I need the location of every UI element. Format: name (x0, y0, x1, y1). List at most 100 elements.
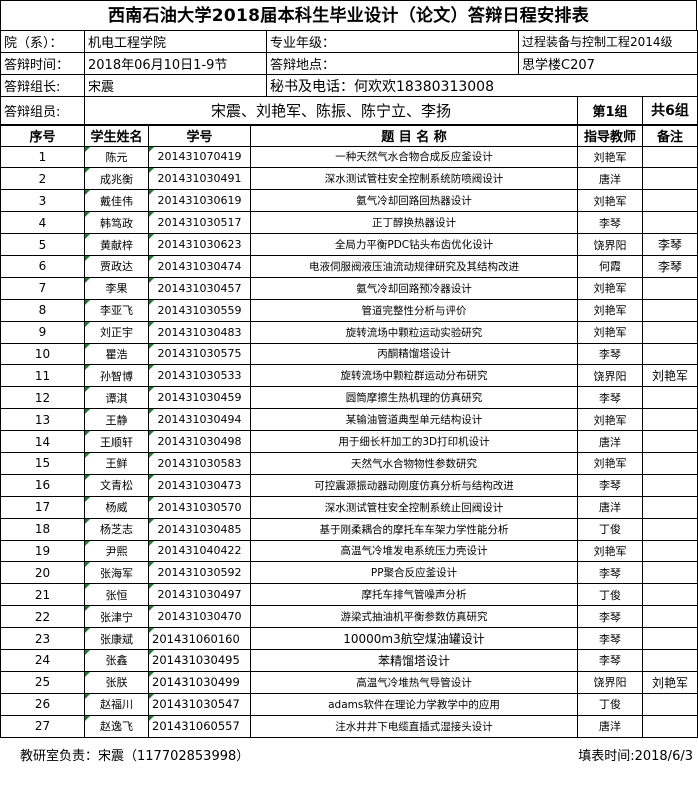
student-name-text: 陈元 (105, 150, 128, 164)
row-no: 12 (0, 386, 85, 410)
table-row: 19 尹熙 201431040422 高温气冷堆发电系统压力壳设计 刘艳军 (0, 539, 698, 563)
note (642, 583, 698, 607)
thesis-topic: PP聚合反应釜设计 (250, 561, 578, 585)
student-id: 201431040422 (148, 539, 251, 563)
student-name-text: 孙智博 (100, 369, 133, 383)
student-id-text: 201431030583 (157, 456, 242, 470)
header-id: 学号 (148, 124, 251, 147)
comment-marker-icon (149, 146, 154, 152)
members-value: 宋震、刘艳军、陈振、陈宁立、李扬 (84, 97, 578, 125)
student-name-text: 韩笃政 (100, 216, 133, 230)
note (642, 561, 698, 585)
advisor-name-text: 刘艳军 (593, 150, 627, 164)
comment-marker-icon (85, 256, 90, 261)
row-no: 7 (0, 276, 85, 300)
student-id: 201431060160 (148, 627, 251, 650)
comment-marker-icon (149, 300, 154, 305)
student-name: 孙智博 (84, 364, 149, 388)
advisor-name-text: 丁俊 (599, 588, 621, 602)
row-no-text: 20 (34, 565, 51, 580)
note-text: 李琴 (657, 259, 682, 274)
major-value: 过程装备与控制工程2014级 (518, 30, 698, 53)
comment-marker-icon (85, 497, 90, 502)
row-no-text: 4 (38, 215, 47, 230)
row-no-text: 21 (34, 587, 51, 602)
table-row: 25 张朕 201431030499 高温气冷堆热气导管设计 饶界阳 刘艳军 (0, 670, 698, 694)
row-no-text: 12 (34, 390, 51, 405)
row-no-text: 19 (34, 543, 51, 558)
advisor-name: 何霞 (577, 254, 643, 278)
thesis-topic-text: 氨气冷却回路预冷器设计 (356, 282, 472, 295)
advisor-name-text: 何霞 (599, 260, 621, 274)
advisor-name-text: 刘艳军 (593, 282, 627, 296)
advisor-name: 刘艳军 (577, 408, 643, 432)
note (642, 473, 698, 497)
comment-marker-icon (85, 453, 90, 458)
student-id: 201431030570 (148, 495, 251, 519)
thesis-topic-text: 摩托车排气管噪声分析 (361, 589, 467, 602)
student-name: 张津宁 (84, 605, 149, 629)
row-no: 19 (0, 539, 85, 563)
advisor-name-text: 李琴 (599, 632, 621, 646)
row-no: 5 (0, 233, 85, 256)
row-no: 22 (0, 605, 85, 629)
student-id-text: 201431070419 (157, 150, 242, 164)
advisor-name-text: 丁俊 (599, 698, 621, 712)
comment-marker-icon (149, 541, 154, 546)
thesis-topic: 正丁醇换热器设计 (250, 211, 578, 235)
row-no: 13 (0, 408, 85, 432)
student-id: 201431030547 (148, 692, 251, 716)
advisor-name-text: 唐洋 (599, 501, 621, 515)
student-id: 201431030457 (148, 276, 251, 300)
note (642, 430, 698, 453)
student-name-text: 王静 (105, 413, 128, 427)
student-name: 杨威 (84, 495, 149, 519)
row-no-text: 27 (34, 719, 51, 734)
advisor-name-text: 饶界阳 (593, 369, 627, 383)
table-row: 22 张津宁 201431030470 游梁式抽油机平衡参数仿真研究 李琴 (0, 605, 698, 629)
header-note: 备注 (642, 124, 698, 147)
row-no-text: 11 (34, 368, 51, 383)
table-row: 10 瞿浩 201431030575 丙酮精馏塔设计 李琴 (0, 342, 698, 366)
comment-marker-icon (85, 431, 90, 437)
row-no-text: 18 (34, 522, 51, 537)
comment-marker-icon (85, 475, 90, 480)
thesis-topic-text: 氨气冷却回路回热器设计 (356, 195, 472, 208)
row-no-text: 23 (34, 631, 51, 646)
thesis-topic: 氨气冷却回路回热器设计 (250, 189, 578, 213)
student-name-text: 张康斌 (100, 632, 133, 646)
thesis-topic: 某输油管道典型单元结构设计 (250, 408, 578, 432)
table-row: 23 张康斌 201431060160 10000m3航空煤油罐设计 李琴 (0, 627, 698, 650)
row-no: 8 (0, 298, 85, 322)
row-no-text: 25 (34, 675, 51, 690)
student-name: 张朕 (84, 670, 149, 694)
time-label: 答辩时间： (0, 52, 85, 75)
thesis-topic-text: 天然气水合物物性参数研究 (351, 457, 477, 470)
comment-marker-icon (149, 256, 154, 261)
student-id: 201431030583 (148, 451, 251, 475)
note (642, 408, 698, 432)
advisor-name-text: 刘艳军 (593, 304, 627, 318)
table-row: 14 王顺轩 201431030498 用于细长杆加工的3D打印机设计 唐洋 (0, 430, 698, 453)
row-no: 14 (0, 430, 85, 453)
advisor-name-text: 刘艳军 (593, 413, 627, 427)
comment-marker-icon (149, 344, 154, 349)
thesis-topic: 可控震源振动器动刚度仿真分析与结构改进 (250, 473, 578, 497)
comment-marker-icon (149, 212, 154, 218)
advisor-name-text: 刘艳军 (593, 457, 627, 471)
comment-marker-icon (149, 190, 154, 196)
thesis-topic-text: 深水测试管柱安全控制系统防喷阀设计 (324, 173, 504, 186)
student-id: 201431030517 (148, 211, 251, 235)
advisor-name-text: 李琴 (599, 610, 621, 624)
row-no: 21 (0, 583, 85, 607)
student-id: 201431030474 (148, 254, 251, 278)
row-no: 17 (0, 495, 85, 519)
note (642, 189, 698, 213)
student-name-text: 赵逸飞 (100, 720, 133, 734)
student-id: 201431030494 (148, 408, 251, 432)
note (642, 145, 698, 169)
note: 刘艳军 (642, 670, 698, 694)
advisor-name: 李琴 (577, 211, 643, 235)
members-label: 答辩组员: (0, 97, 85, 125)
comment-marker-icon (149, 387, 154, 393)
